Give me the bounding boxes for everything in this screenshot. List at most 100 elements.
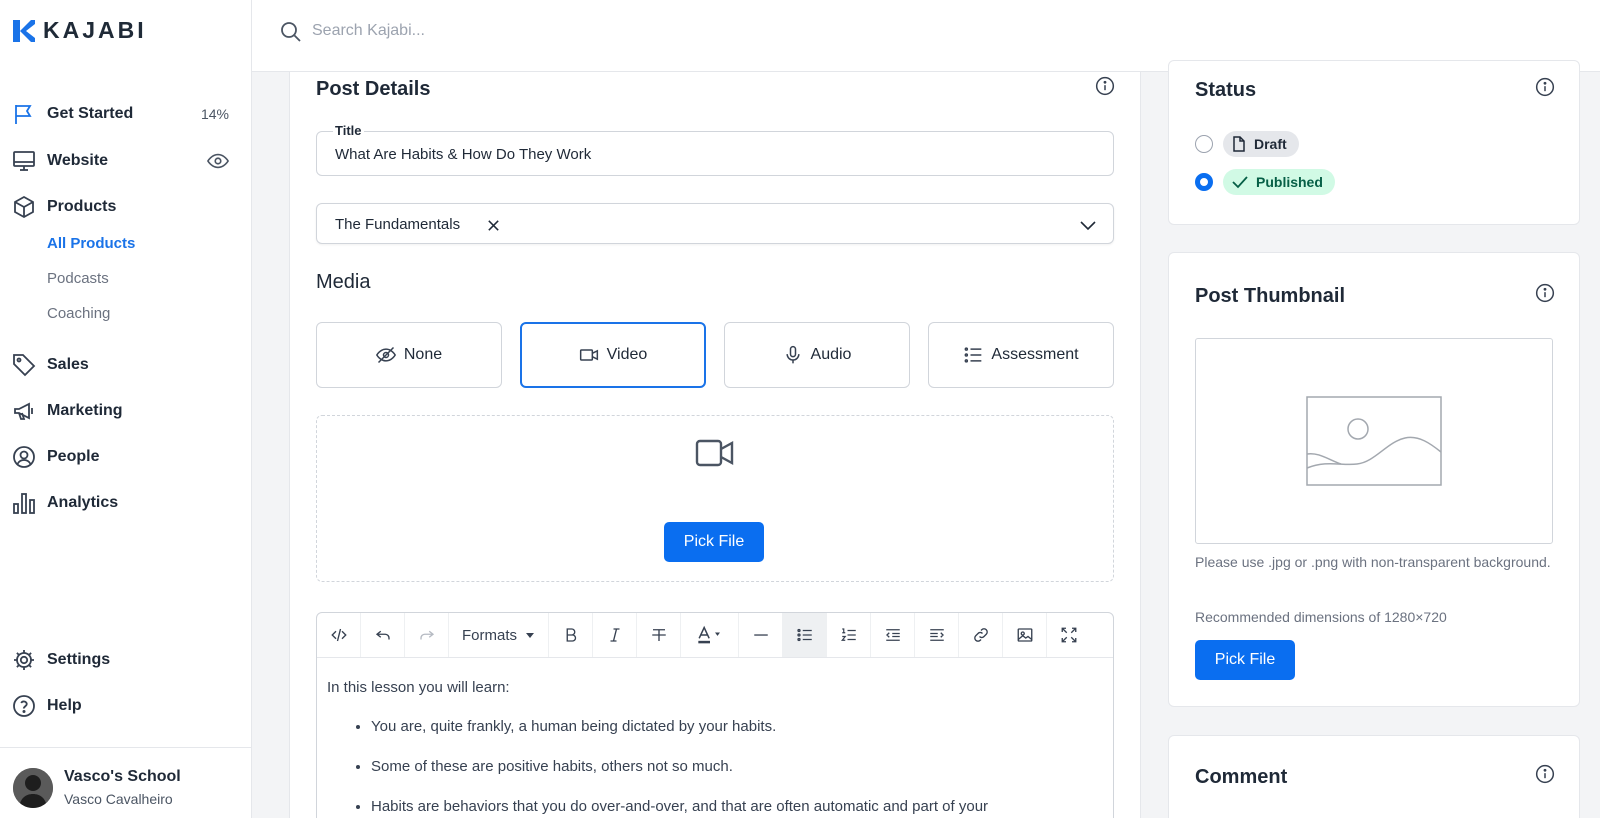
eye-off-icon [375,346,396,364]
image-placeholder-icon [1306,396,1442,486]
kajabi-logo-text: KAJABI [43,17,147,43]
video-icon [695,439,734,467]
user-circle-icon [13,446,35,468]
progress-percent: 14% [200,106,229,122]
status-option-published[interactable]: Published [1195,169,1335,195]
tag-icon [13,354,36,377]
text-color-icon [697,625,720,644]
published-badge: Published [1223,169,1335,195]
formats-label: Formats [461,626,517,644]
post-details-card: Post Details Title What Are Habits & How… [289,72,1141,818]
status-option-draft[interactable]: Draft [1195,131,1299,157]
sidebar-item-label: Website [47,152,109,169]
bold-button[interactable] [549,613,593,657]
user-name: Vasco Cavalheiro [64,791,173,807]
sidebar-item-website[interactable]: Website [12,146,229,176]
kajabi-logo[interactable]: KAJABI [13,17,147,44]
sidebar-item-products[interactable]: Products [12,192,229,222]
strikethrough-button[interactable] [637,613,681,657]
sidebar-item-marketing[interactable]: Marketing [12,396,229,426]
video-dropzone[interactable]: Pick File [316,415,1114,582]
media-title: Media [316,271,371,293]
editor-content[interactable]: In this lesson you will learn: You are, … [327,679,1103,816]
title-field[interactable]: Title What Are Habits & How Do They Work [316,123,1114,176]
media-option-audio[interactable]: Audio [724,322,910,388]
horizontal-rule-button[interactable] [739,613,783,657]
sidebar-item-sales[interactable]: Sales [12,350,229,380]
media-option-none[interactable]: None [316,322,502,388]
bold-icon [566,628,576,642]
radio-published[interactable] [1195,173,1213,191]
title-field-value: What Are Habits & How Do They Work [335,146,592,163]
title-field-label: Title [333,123,364,138]
list-item: Habits are behaviors that you do over-an… [371,798,1103,816]
outdent-button[interactable] [871,613,915,657]
account-switcher[interactable]: Vasco's School Vasco Cavalheiro [0,747,251,818]
sidebar-subitem-all-products[interactable]: All Products [47,235,135,252]
caret-down-icon [526,633,534,638]
redo-button[interactable] [405,613,449,657]
redo-icon [419,630,434,640]
help-circle-icon [13,695,35,717]
comment-card: Comment [1168,735,1580,818]
sidebar-item-help[interactable]: Help [12,691,229,721]
bar-chart-icon [13,493,35,514]
sidebar-item-label: Analytics [47,494,119,511]
draft-badge: Draft [1223,131,1299,157]
megaphone-icon [14,402,33,420]
sidebar-item-get-started[interactable]: Get Started 14% [12,99,229,129]
sidebar-item-analytics[interactable]: Analytics [12,488,229,518]
sidebar-subitem-podcasts[interactable]: Podcasts [47,270,109,287]
editor-toolbar: Formats [317,613,1113,658]
rich-text-editor[interactable]: Formats In this lesson you will learn: •… [316,612,1114,818]
pick-video-file-button[interactable]: Pick File [664,522,764,562]
info-icon[interactable] [1095,76,1115,96]
media-option-video[interactable]: Video [520,322,706,388]
chevron-down-icon[interactable] [1079,216,1097,234]
sidebar-item-people[interactable]: People [12,442,229,472]
bullet-list-button[interactable] [783,613,827,657]
post-thumbnail-title: Post Thumbnail [1195,285,1345,307]
code-view-button[interactable] [317,613,361,657]
code-icon [330,628,347,642]
eye-icon[interactable] [207,150,229,172]
formats-dropdown[interactable]: Formats [449,613,549,657]
status-card: Status Draft Published [1168,60,1580,225]
avatar-image [13,768,53,808]
remove-category-icon[interactable] [486,218,501,233]
fullscreen-icon [1061,627,1077,643]
radio-draft[interactable] [1195,135,1213,153]
outdent-icon [885,629,900,641]
info-icon[interactable] [1535,283,1555,303]
image-icon [1017,628,1032,642]
media-option-assessment[interactable]: Assessment [928,322,1114,388]
undo-button[interactable] [361,613,405,657]
undo-icon [375,630,390,640]
sidebar-item-settings[interactable]: Settings [12,645,229,675]
italic-button[interactable] [593,613,637,657]
image-button[interactable] [1003,613,1047,657]
sidebar-item-label: Sales [47,356,89,373]
search-input[interactable] [312,18,912,44]
media-option-label: Video [606,346,648,363]
thumbnail-preview[interactable] [1195,338,1553,544]
numbered-list-icon [840,628,856,641]
pick-thumbnail-file-button[interactable]: Pick File [1195,640,1295,680]
text-color-button[interactable] [681,613,739,657]
monitor-icon [13,151,35,171]
category-selected-value: The Fundamentals [335,216,461,233]
info-icon[interactable] [1535,77,1555,97]
link-button[interactable] [959,613,1003,657]
numbered-list-button[interactable] [827,613,871,657]
sidebar-subitem-coaching[interactable]: Coaching [47,305,110,322]
category-select[interactable]: The Fundamentals [316,203,1114,244]
indent-icon [929,629,944,641]
list-icon [965,347,982,363]
media-option-label: Assessment [991,346,1079,363]
fullscreen-button[interactable] [1047,613,1091,657]
flag-icon [15,105,32,124]
sidebar-item-label: Marketing [47,402,123,419]
indent-button[interactable] [915,613,959,657]
info-icon[interactable] [1535,764,1555,784]
bullet-list-icon [796,628,812,642]
